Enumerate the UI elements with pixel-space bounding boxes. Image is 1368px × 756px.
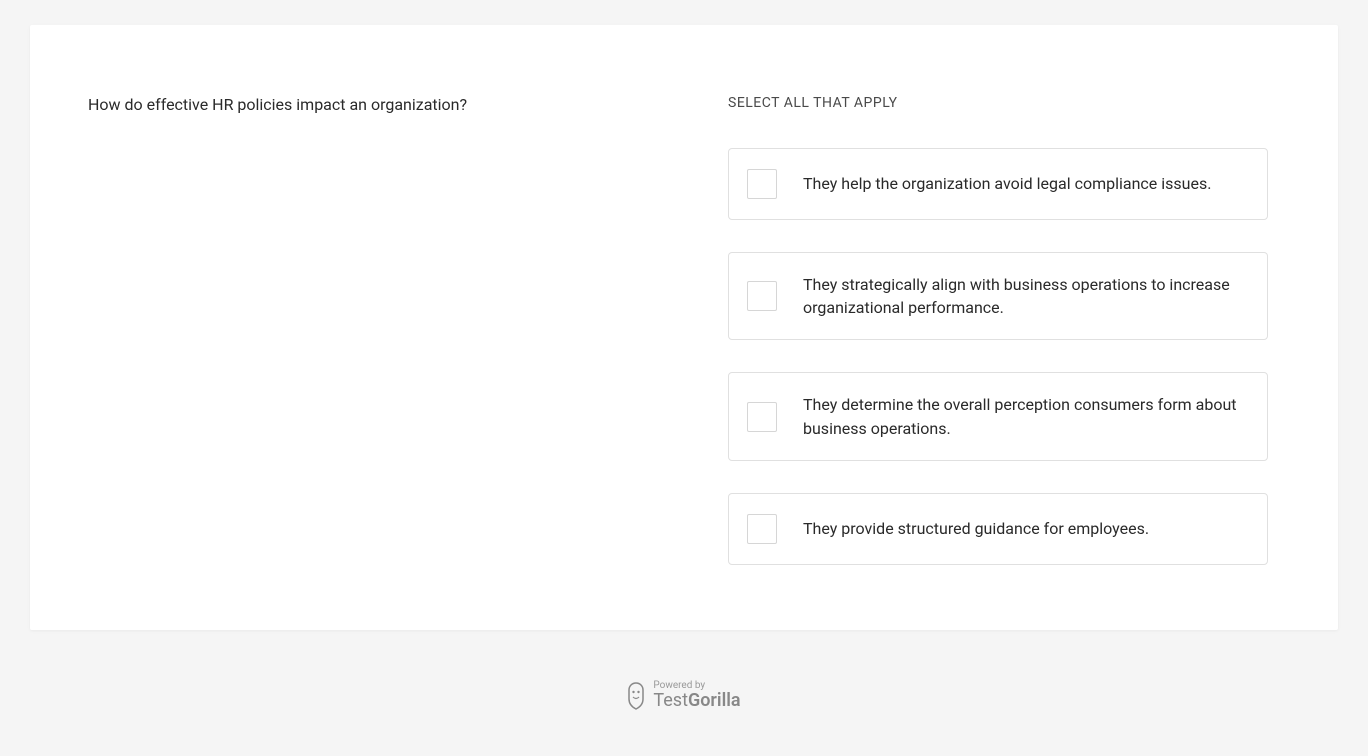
checkbox-0[interactable] xyxy=(747,169,777,199)
options-list: They help the organization avoid legal c… xyxy=(728,148,1268,565)
checkbox-3[interactable] xyxy=(747,514,777,544)
footer-branding: Powered by TestGorilla xyxy=(627,680,740,711)
option-text-2: They determine the overall perception co… xyxy=(803,393,1249,439)
option-text-3: They provide structured guidance for emp… xyxy=(803,517,1149,540)
option-0[interactable]: They help the organization avoid legal c… xyxy=(728,148,1268,220)
testgorilla-icon xyxy=(627,681,645,711)
option-3[interactable]: They provide structured guidance for emp… xyxy=(728,493,1268,565)
checkbox-2[interactable] xyxy=(747,402,777,432)
question-column: How do effective HR policies impact an o… xyxy=(88,93,668,590)
instruction-text: SELECT ALL THAT APPLY xyxy=(728,93,1268,114)
answer-column: SELECT ALL THAT APPLY They help the orga… xyxy=(728,93,1268,590)
option-1[interactable]: They strategically align with business o… xyxy=(728,252,1268,340)
checkbox-1[interactable] xyxy=(747,281,777,311)
footer-text: Powered by TestGorilla xyxy=(653,680,740,711)
option-2[interactable]: They determine the overall perception co… xyxy=(728,372,1268,460)
option-text-0: They help the organization avoid legal c… xyxy=(803,172,1211,195)
footer: Powered by TestGorilla xyxy=(30,630,1338,731)
question-card: How do effective HR policies impact an o… xyxy=(30,25,1338,630)
option-text-1: They strategically align with business o… xyxy=(803,273,1249,319)
question-text: How do effective HR policies impact an o… xyxy=(88,93,668,117)
brand-name: TestGorilla xyxy=(653,691,740,711)
